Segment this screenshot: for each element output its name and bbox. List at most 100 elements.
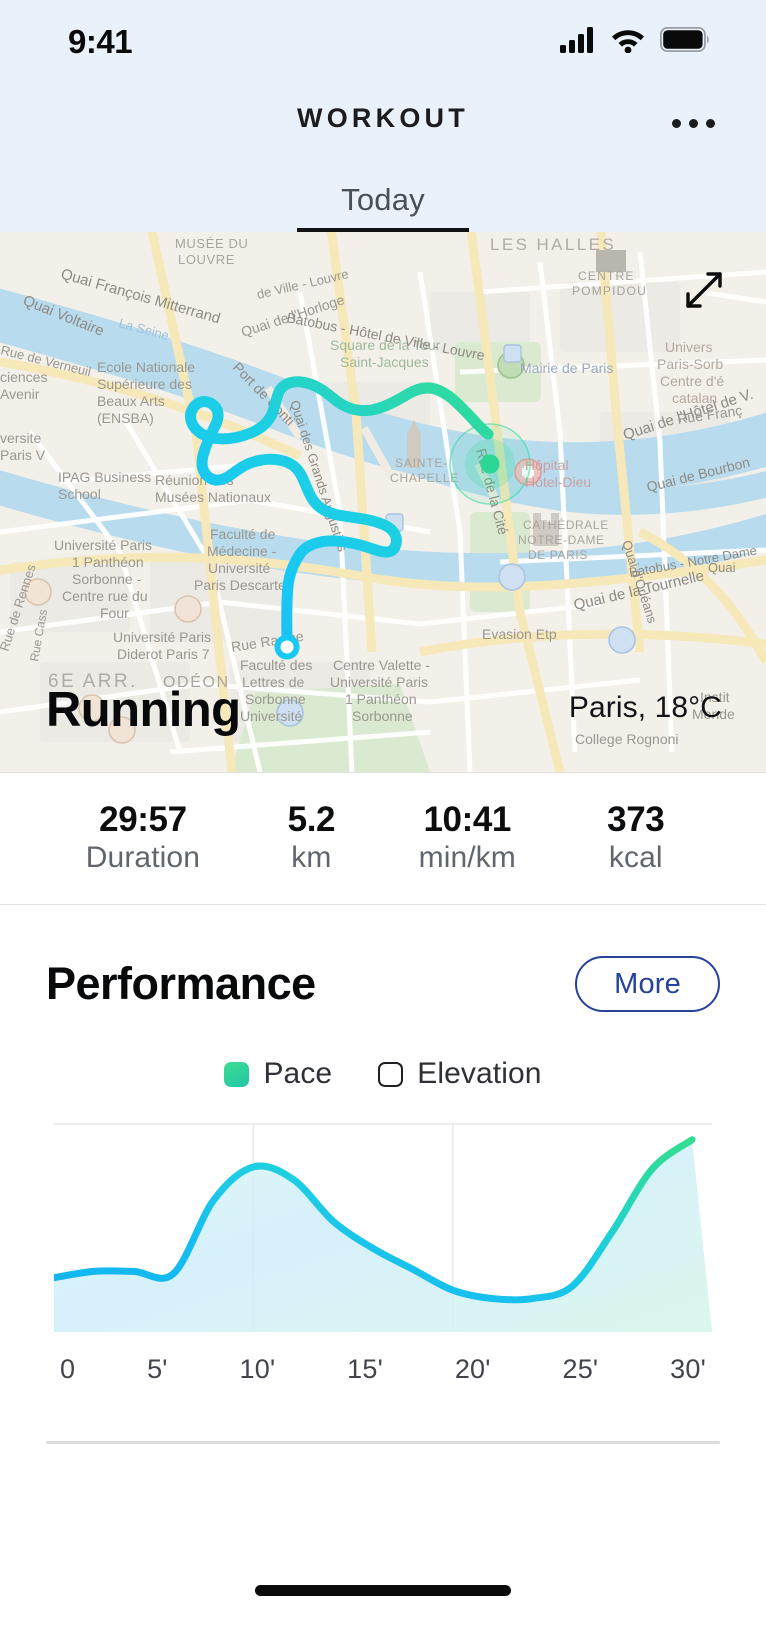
stat-duration-label: Duration [85, 841, 200, 875]
x-axis-tick: 0 [60, 1354, 76, 1384]
svg-text:Paris-Sorb: Paris-Sorb [657, 356, 723, 372]
svg-text:POMPIDOU: POMPIDOU [572, 284, 647, 298]
status-time: 9:41 [68, 23, 133, 60]
svg-text:NOTRE-DAME: NOTRE-DAME [518, 533, 605, 547]
svg-text:catalan: catalan [672, 390, 717, 406]
chart-x-axis: 0 5' 10' 15' 20' 25' 30' [54, 1354, 712, 1385]
legend-label-pace: Pace [263, 1057, 333, 1090]
svg-text:Faculté des: Faculté des [240, 657, 312, 673]
svg-text:School: School [58, 486, 101, 502]
svg-text:Paris Descartes: Paris Descartes [194, 577, 293, 593]
stat-distance-value: 5.2 [287, 800, 336, 840]
svg-text:Université: Université [240, 708, 302, 724]
svg-text:Université: Université [208, 560, 270, 576]
svg-text:Centre rue du: Centre rue du [62, 588, 148, 604]
svg-text:Sorbonne: Sorbonne [352, 708, 413, 724]
svg-text:DE PARIS: DE PARIS [528, 548, 588, 562]
elevation-checkbox-icon[interactable] [378, 1061, 404, 1087]
svg-text:Saint-Jacques: Saint-Jacques [340, 354, 429, 370]
svg-text:Quai: Quai [708, 560, 736, 575]
legend-item-elevation[interactable]: Elevation [378, 1057, 541, 1091]
svg-text:(ENSBA): (ENSBA) [97, 410, 154, 426]
svg-text:CENTRE: CENTRE [578, 269, 635, 283]
svg-text:College Rognoni: College Rognoni [575, 731, 679, 747]
svg-text:Hôpital: Hôpital [525, 457, 569, 473]
x-axis-tick: 25' [562, 1354, 599, 1384]
tab-today-label: Today [341, 182, 425, 217]
status-icons [560, 26, 710, 58]
stat-pace: 10:41 min/km [383, 800, 552, 877]
activity-title: Running [46, 683, 241, 737]
cellular-signal-icon [560, 26, 596, 58]
svg-text:ciences: ciences [0, 369, 47, 385]
overflow-menu-icon[interactable] [664, 105, 722, 141]
svg-text:CATHÉDRALE: CATHÉDRALE [523, 517, 609, 532]
x-axis-tick: 30' [670, 1354, 706, 1384]
route-map[interactable]: MUSÉE DU LOUVRE LES HALLES CENTRE POMPID… [0, 232, 766, 772]
svg-text:Hôtel-Dieu: Hôtel-Dieu [525, 474, 591, 490]
svg-text:CHAPELLE: CHAPELLE [390, 471, 459, 485]
stat-calories-value: 373 [607, 800, 665, 840]
performance-chart[interactable]: 0 5' 10' 15' 20' 25' 30' [46, 1117, 720, 1385]
svg-text:Centre d'é: Centre d'é [660, 373, 724, 389]
svg-text:Diderot Paris 7: Diderot Paris 7 [117, 646, 210, 662]
app-header: 9:41 WORKOUT Today [0, 0, 766, 232]
svg-text:Univers: Univers [665, 339, 712, 355]
tab-bar: Today [0, 182, 766, 232]
performance-section: Performance More Pace Elevation 0 5' 10'… [0, 905, 766, 1444]
svg-text:Ecole Nationale: Ecole Nationale [97, 359, 195, 375]
stat-duration-value: 29:57 [99, 800, 187, 840]
expand-arrows-icon [681, 267, 727, 318]
stat-calories: 373 kcal [552, 800, 721, 877]
svg-text:Evasion Etp: Evasion Etp [482, 626, 557, 642]
svg-text:versite: versite [0, 430, 41, 446]
chart-legend: Pace Elevation [46, 1057, 720, 1091]
expand-map-button[interactable] [676, 264, 732, 320]
svg-text:LES HALLES: LES HALLES [490, 235, 616, 254]
tab-today[interactable]: Today [297, 182, 469, 232]
battery-icon [659, 26, 710, 57]
stat-pace-value: 10:41 [423, 800, 512, 840]
svg-text:Université Paris: Université Paris [54, 537, 152, 553]
svg-text:Sorbonne -: Sorbonne - [72, 571, 142, 587]
svg-text:Université Paris: Université Paris [330, 674, 428, 690]
wifi-icon [611, 27, 645, 58]
svg-text:Four: Four [100, 605, 129, 621]
performance-title: Performance [46, 958, 316, 1009]
svg-text:Beaux Arts: Beaux Arts [97, 393, 165, 409]
stat-distance-label: km [291, 841, 332, 875]
svg-text:MUSÉE DU: MUSÉE DU [175, 236, 248, 251]
svg-text:Paris V: Paris V [0, 447, 46, 463]
svg-text:Sorbonne: Sorbonne [245, 691, 306, 707]
svg-text:IPAG Business: IPAG Business [58, 469, 151, 485]
status-bar: 9:41 [0, 0, 766, 84]
svg-text:1 Panthéon: 1 Panthéon [72, 554, 144, 570]
weather-label: Paris, 18°C [568, 691, 722, 724]
workout-screen: 9:41 WORKOUT Today MUSÉE DU LOUVRE LES H… [0, 0, 766, 1640]
stat-duration: 29:57 Duration [46, 800, 240, 877]
legend-item-pace[interactable]: Pace [224, 1057, 332, 1091]
svg-text:Lettres de: Lettres de [242, 674, 304, 690]
stat-distance: 5.2 km [240, 800, 383, 877]
svg-text:Avenir: Avenir [0, 386, 40, 402]
legend-label-elevation: Elevation [417, 1057, 542, 1090]
svg-text:Supérieure des: Supérieure des [97, 376, 192, 392]
stat-calories-label: kcal [608, 841, 663, 875]
performance-header: Performance More [46, 905, 720, 1063]
svg-text:Université Paris: Université Paris [113, 629, 211, 645]
svg-text:SAINTE-: SAINTE- [395, 456, 448, 470]
x-axis-tick: 5' [147, 1354, 168, 1384]
x-axis-tick: 20' [454, 1354, 491, 1384]
pace-checkbox-icon[interactable] [224, 1061, 250, 1087]
x-axis-tick: 15' [347, 1354, 383, 1384]
svg-text:Centre Valette -: Centre Valette - [333, 657, 430, 673]
workout-stats-row: 29:57 Duration 5.2 km 10:41 min/km 373 k… [0, 772, 766, 905]
svg-text:Musées Nationaux: Musées Nationaux [155, 489, 271, 505]
home-indicator[interactable] [255, 1585, 511, 1596]
more-button[interactable]: More [575, 956, 720, 1012]
section-divider [46, 1441, 720, 1444]
svg-text:Mairie de Paris: Mairie de Paris [520, 360, 613, 376]
stat-pace-label: min/km [418, 841, 516, 875]
x-axis-tick: 10' [239, 1354, 276, 1384]
svg-text:Médecine -: Médecine - [207, 543, 277, 559]
